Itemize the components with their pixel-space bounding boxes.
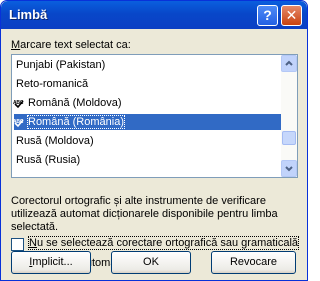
help-icon: ? <box>263 7 272 23</box>
scroll-up-button[interactable] <box>281 55 297 72</box>
title-bar[interactable]: Limbă ? ✕ <box>1 1 307 29</box>
list-item-label: Rusă (Rusia) <box>16 154 81 166</box>
spellcheck-icon: ABC <box>13 119 24 128</box>
language-listbox[interactable]: Punjabi (Pakistan) Reto-romanică ABC Română… <box>11 54 298 178</box>
button-label: mplicit... <box>32 256 73 268</box>
scroll-thumb[interactable] <box>282 131 296 145</box>
no-proofing-label[interactable]: Nu se selectează corectare ortografică s… <box>27 236 300 250</box>
access-key: M <box>11 39 21 51</box>
list-item[interactable]: ABC Română (România) <box>13 114 282 130</box>
list-item-label: Română (România) <box>27 115 125 129</box>
cancel-button[interactable]: Revocare <box>211 251 296 274</box>
button-label: Revocare <box>229 256 278 268</box>
list-item-label: Reto-romanică <box>16 78 89 90</box>
window-title: Limbă <box>9 7 48 22</box>
close-icon: ✕ <box>285 7 298 23</box>
list-item-label: Rusă (Moldova) <box>16 135 94 147</box>
label-text: arcare text selectat ca: <box>20 39 131 51</box>
vertical-scrollbar[interactable] <box>281 55 297 177</box>
default-button[interactable]: Implicit... <box>11 251 91 274</box>
language-dialog: Limbă ? ✕ Marcare text selectat ca: Punj… <box>0 0 308 281</box>
no-proofing-checkbox[interactable] <box>11 238 24 251</box>
language-list-label: Marcare text selectat ca: <box>11 39 131 51</box>
list-item[interactable]: Punjabi (Pakistan) <box>14 57 282 73</box>
close-button[interactable]: ✕ <box>281 5 302 26</box>
description-text: Corectorul ortografic și alte instrument… <box>11 195 278 233</box>
chevron-down-icon <box>285 166 293 172</box>
list-item[interactable]: Rusă (Rusia) <box>14 152 282 168</box>
label-text: u se selectează corectare ortografică sa… <box>36 237 299 249</box>
chevron-up-icon <box>285 60 293 66</box>
list-item-label: Română (Moldova) <box>28 97 122 109</box>
list-item[interactable]: ABC Română (Moldova) <box>13 95 282 111</box>
access-key: N <box>29 237 37 249</box>
dialog-body: Marcare text selectat ca: Punjabi (Pakis… <box>4 29 304 277</box>
list-item[interactable]: Rusă (Moldova) <box>14 133 282 149</box>
list-item-label: Punjabi (Pakistan) <box>16 59 106 71</box>
spellcheck-icon: ABC <box>13 100 24 109</box>
ok-button[interactable]: OK <box>111 251 191 274</box>
list-item[interactable]: Reto-romanică <box>14 76 282 92</box>
scroll-down-button[interactable] <box>281 160 297 177</box>
button-label: OK <box>143 256 159 268</box>
help-button[interactable]: ? <box>257 5 278 26</box>
